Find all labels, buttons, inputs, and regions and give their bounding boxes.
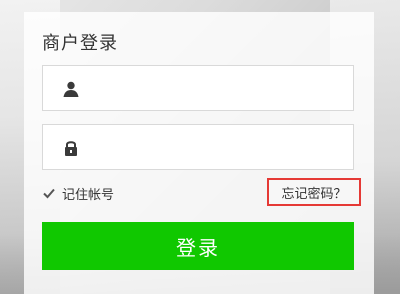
forgot-password-link[interactable]: 忘记密码？ (267, 178, 361, 206)
remember-label: 记住帐号 (62, 187, 115, 203)
lock-icon (65, 141, 77, 156)
remember-account-checkbox[interactable]: 记住帐号 (42, 184, 115, 203)
password-field[interactable] (42, 124, 354, 170)
page-title: 商户登录 (42, 33, 118, 54)
password-input[interactable] (95, 133, 349, 163)
login-panel: 商户登录 记住帐号 忘记密码？ 登录 (24, 12, 374, 294)
username-input[interactable] (95, 74, 349, 104)
username-field[interactable] (42, 65, 354, 111)
check-icon[interactable] (42, 186, 56, 200)
user-icon (63, 81, 79, 97)
login-button[interactable]: 登录 (42, 222, 354, 270)
